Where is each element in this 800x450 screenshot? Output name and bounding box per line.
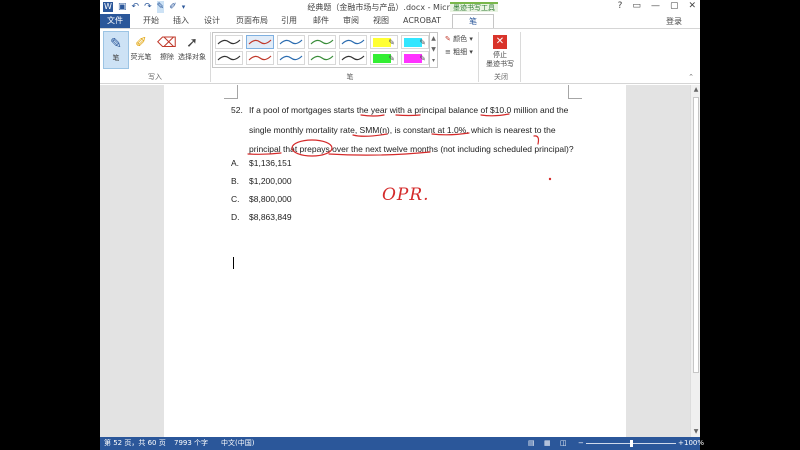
document-page[interactable]: 52. If a pool of mortgages starts the ye…: [164, 85, 626, 437]
document-workspace: 52. If a pool of mortgages starts the ye…: [100, 85, 690, 437]
pen-tool-button[interactable]: ✎ 笔: [103, 31, 129, 69]
pen-style-swatch[interactable]: [277, 51, 305, 65]
pen-style-swatch[interactable]: [215, 35, 243, 49]
pen-style-swatch[interactable]: [246, 51, 274, 65]
margin-corner-mark: [224, 85, 238, 99]
highlighter-pen-icon: ✐: [135, 35, 147, 51]
chevron-down-icon: ▾: [469, 35, 473, 43]
tab-acrobat[interactable]: ACROBAT: [400, 14, 444, 28]
window-title: 经典题（金融市场与产品）.docx - Microsoft Word: [307, 3, 493, 12]
stop-x-icon: ✕: [493, 35, 507, 49]
close-group-label: 关闭: [494, 73, 508, 81]
pen-style-swatch[interactable]: [308, 51, 336, 65]
pen-style-swatch[interactable]: [246, 35, 274, 49]
question-line: single monthly mortality rate, SMM(n), i…: [249, 124, 556, 135]
pen-style-swatch[interactable]: [308, 35, 336, 49]
pen-color-icon: ✎: [445, 35, 451, 43]
tab-design[interactable]: 设计: [199, 14, 225, 28]
tab-file[interactable]: 文件: [100, 14, 130, 28]
maximize-icon[interactable]: ▢: [670, 1, 679, 11]
cursor-arrow-icon: ➚: [186, 35, 198, 51]
language-indicator[interactable]: 中文(中国): [221, 437, 254, 450]
pen-style-swatch[interactable]: [277, 35, 305, 49]
scroll-up-icon[interactable]: ▲: [692, 86, 700, 94]
page-count[interactable]: 第 52 页，共 60 页: [104, 437, 166, 450]
scroll-down-icon[interactable]: ▼: [692, 428, 700, 436]
pen-style-swatch[interactable]: ✎: [401, 35, 429, 49]
window-controls: ? ▭ — ▢ ✕: [618, 1, 696, 11]
pen-gallery-scroll[interactable]: ▲ ▼ ▾: [429, 33, 437, 67]
ribbon-tabs: 文件 开始 插入 设计 页面布局 引用 邮件 审阅 视图 ACROBAT 笔 登…: [100, 14, 700, 28]
tab-references[interactable]: 引用: [276, 14, 302, 28]
select-objects-button[interactable]: ➚ 选择对象: [176, 31, 208, 69]
pen-weight-button[interactable]: ≡ 粗细 ▾: [445, 47, 473, 57]
margin-corner-mark: [568, 85, 582, 99]
pen-color-button[interactable]: ✎ 颜色 ▾: [445, 34, 473, 44]
pen-style-swatch[interactable]: [339, 51, 367, 65]
eraser-icon: ⌫: [157, 35, 177, 51]
tab-page-layout[interactable]: 页面布局: [232, 14, 272, 28]
group-divider: [520, 32, 521, 82]
pens-group-label: 笔: [346, 73, 354, 81]
zoom-level[interactable]: 100%: [684, 437, 704, 450]
ribbon-display-icon[interactable]: ▭: [632, 1, 641, 11]
zoom-slider-thumb[interactable]: [630, 440, 633, 447]
write-group-label: 写入: [148, 73, 162, 81]
pen-icon: ✎: [110, 36, 122, 52]
ink-dot: [548, 177, 552, 181]
help-icon[interactable]: ?: [618, 1, 623, 11]
chevron-down-icon: ▾: [469, 48, 473, 56]
title-bar: W ▣ ↶ ↷ ✎ ✐ ▾ 经典题（金融市场与产品）.docx - Micros…: [100, 0, 700, 14]
tab-pen[interactable]: 笔: [452, 14, 494, 28]
tab-mailings[interactable]: 邮件: [308, 14, 334, 28]
pen-style-swatch[interactable]: [215, 51, 243, 65]
read-mode-icon[interactable]: ▤: [528, 437, 535, 450]
close-icon[interactable]: ✕: [688, 1, 696, 11]
word-window: W ▣ ↶ ↷ ✎ ✐ ▾ 经典题（金融市场与产品）.docx - Micros…: [100, 0, 704, 450]
question-line: principal that prepays over the next twe…: [249, 144, 574, 154]
pen-style-swatch[interactable]: [339, 35, 367, 49]
print-layout-icon[interactable]: ▦: [544, 437, 551, 450]
pen-style-swatch[interactable]: ✎: [401, 51, 429, 65]
pen-style-swatch[interactable]: ✎: [370, 51, 398, 65]
pen-style-swatch[interactable]: ✎: [370, 35, 398, 49]
stop-inking-button[interactable]: ✕ 停止 墨迹书写: [482, 31, 518, 73]
vertical-scrollbar[interactable]: ▲ ▼: [690, 85, 700, 437]
zoom-in-button[interactable]: +: [678, 437, 684, 450]
tab-home[interactable]: 开始: [138, 14, 164, 28]
ink-handwriting: OPR.: [382, 185, 430, 205]
minimize-icon[interactable]: —: [651, 1, 660, 11]
tab-view[interactable]: 视图: [368, 14, 394, 28]
group-divider: [210, 32, 211, 82]
pen-weight-icon: ≡: [445, 48, 451, 56]
ink-tools-contextual-label: 墨迹书写工具: [450, 2, 498, 12]
word-count[interactable]: 7993 个字: [174, 437, 208, 450]
sign-in-link[interactable]: 登录: [666, 16, 682, 27]
ribbon: ✎ 笔 ✐ 荧光笔 ⌫ 擦除 ➚ 选择对象 写入 ✎ ✎ ✎ ✎ ▲ ▼ ▾ ✎ 颜色 ▾ …: [100, 28, 700, 84]
highlighter-tool-button[interactable]: ✐ 荧光笔: [127, 31, 155, 69]
tab-insert[interactable]: 插入: [168, 14, 194, 28]
question-number: 52.: [231, 105, 243, 115]
zoom-out-button[interactable]: −: [578, 437, 584, 450]
status-bar: 第 52 页，共 60 页 7993 个字 中文(中国) ▤ ▦ ◫ − + 1…: [100, 437, 704, 450]
web-layout-icon[interactable]: ◫: [560, 437, 567, 450]
pen-gallery: ✎ ✎ ✎ ✎ ▲ ▼ ▾: [212, 32, 438, 68]
scroll-thumb[interactable]: [693, 97, 699, 373]
tab-review[interactable]: 审阅: [338, 14, 364, 28]
group-divider: [478, 32, 479, 82]
question-line: If a pool of mortgages starts the year w…: [249, 105, 569, 115]
text-cursor: [233, 257, 234, 269]
collapse-ribbon-icon[interactable]: ⌃: [688, 73, 694, 81]
